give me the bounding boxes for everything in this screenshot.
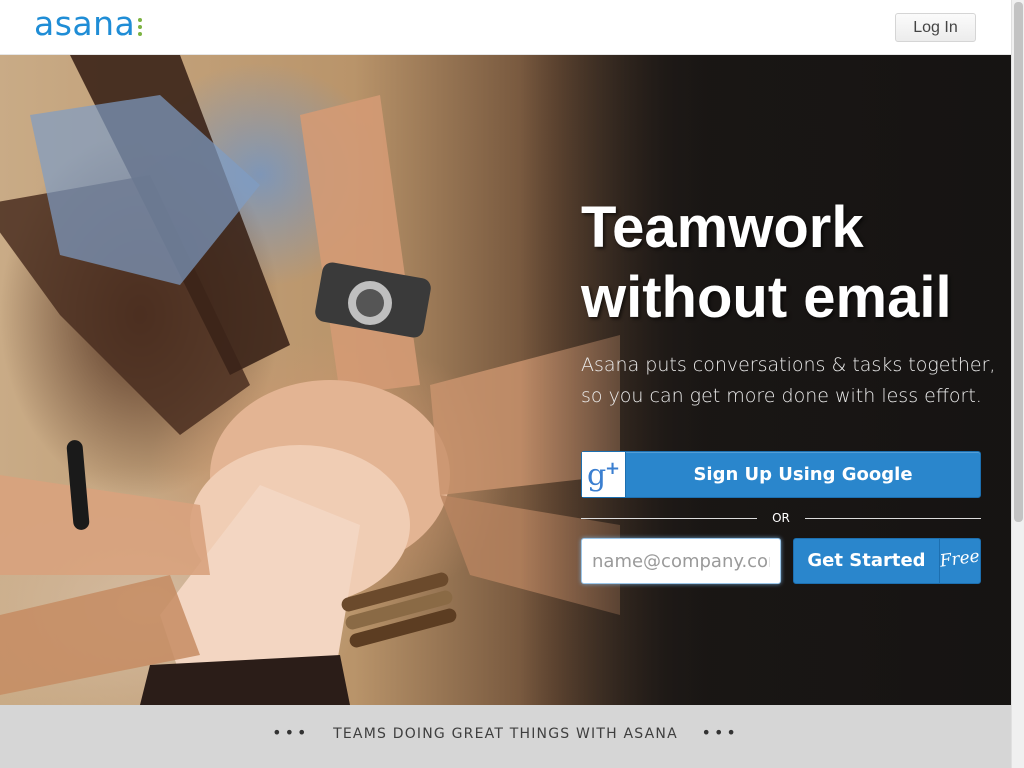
divider-line-left [581,518,757,519]
google-button-label: Sign Up Using Google [693,464,913,485]
top-header: asana Log In [0,0,1024,55]
sign-up-google-button[interactable]: g + Sign Up Using Google [581,451,981,498]
teams-strip-label: TEAMS DOING GREAT THINGS WITH ASANA [333,726,678,742]
dots-left-icon: ••• [272,723,310,742]
teams-strip-text-row: ••• TEAMS DOING GREAT THINGS WITH ASANA … [0,723,1011,742]
get-started-button[interactable]: Get Started Free [793,538,981,584]
login-button[interactable]: Log In [895,13,976,42]
logo-text: asana [34,4,136,43]
page-scrollbar[interactable] [1011,0,1024,768]
asana-logo[interactable]: asana [34,4,143,43]
divider-line-right [805,518,981,519]
google-plus-icon: g + [582,452,626,497]
hero-headline: Teamwork without email [581,195,952,330]
hero-section: Teamwork without email Asana puts conver… [0,55,1011,705]
dots-right-icon: ••• [701,723,739,742]
get-started-label: Get Started [794,539,940,583]
hero-subtext: Asana puts conversations & tasks togethe… [581,354,996,407]
svg-text:+: + [605,458,620,479]
or-label: OR [772,511,790,525]
logo-dots-icon [138,18,143,36]
free-badge: Free [938,546,981,572]
or-divider: OR [581,510,981,526]
email-field[interactable] [581,538,781,584]
teams-strip: ••• TEAMS DOING GREAT THINGS WITH ASANA … [0,705,1011,768]
svg-text:g: g [587,458,606,492]
scrollbar-thumb[interactable] [1014,2,1023,522]
